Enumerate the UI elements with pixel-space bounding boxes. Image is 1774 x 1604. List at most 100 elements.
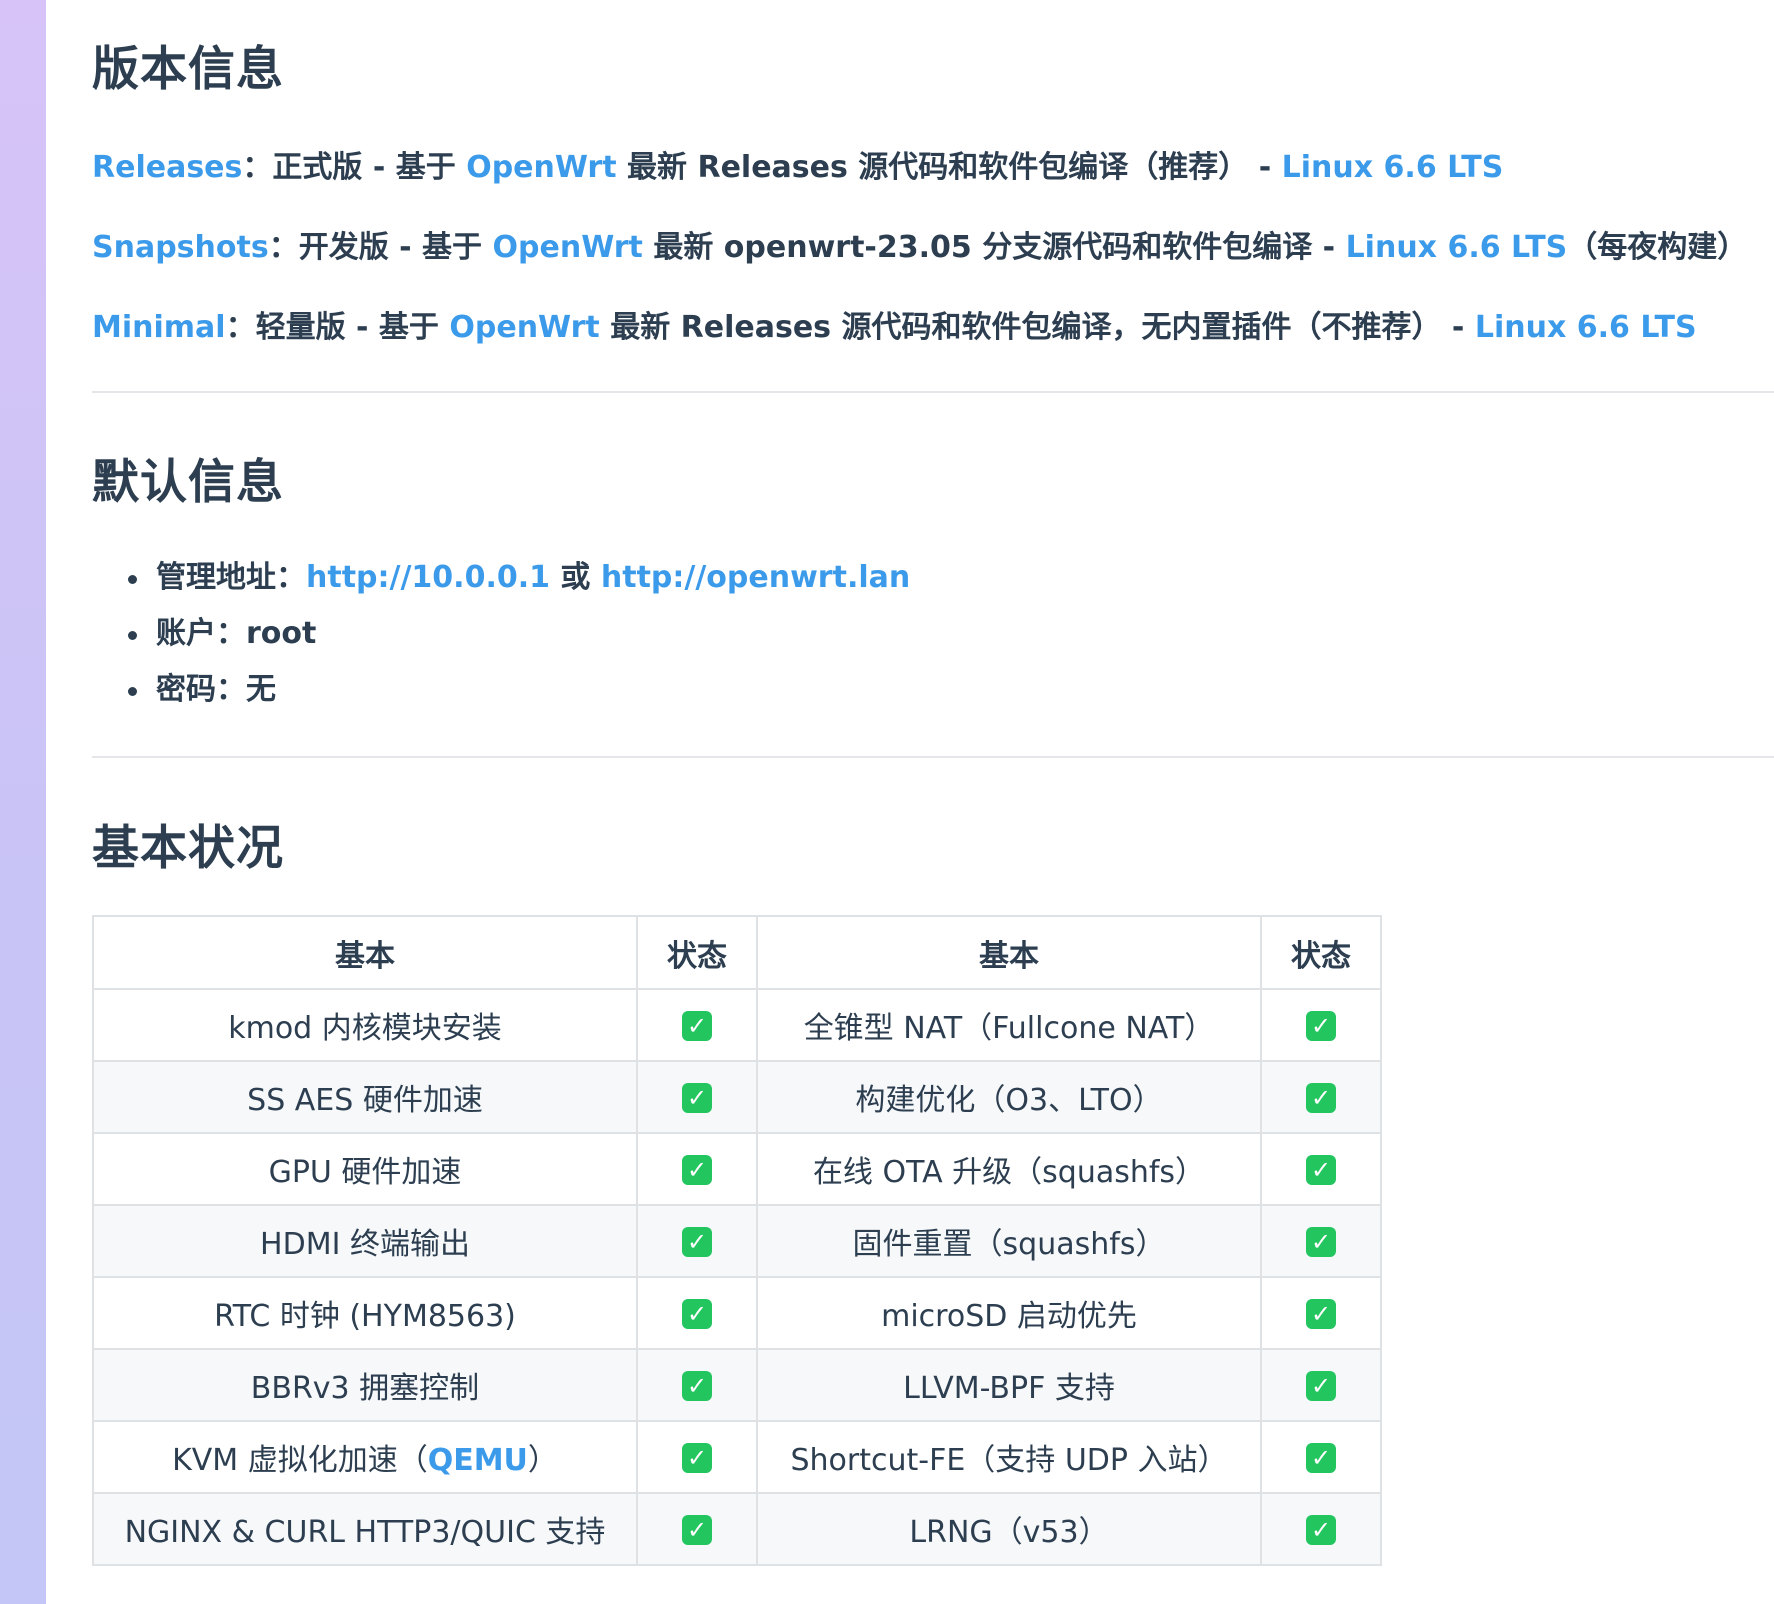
admin-url-ip-link[interactable]: http://10.0.0.1: [306, 560, 550, 595]
check-mark-button-icon: ✓: [682, 1227, 712, 1257]
list-item-password: 密码：无: [92, 662, 910, 718]
openwrt-link[interactable]: OpenWrt: [493, 230, 643, 265]
status-cell: ✓: [1260, 1420, 1382, 1494]
divider: [92, 756, 1774, 758]
version-item-minimal: Minimal：轻量版 - 基于 OpenWrt 最新 Releases 源代码…: [92, 302, 1697, 346]
feature-cell: KVM 虚拟化加速（QEMU）: [92, 1420, 638, 1494]
check-mark-button-icon: ✓: [682, 1011, 712, 1041]
check-mark-button-icon: ✓: [682, 1371, 712, 1401]
separator: ：: [225, 310, 256, 345]
status-cell: ✓: [636, 1060, 758, 1134]
version-desc-pre: 轻量版 - 基于: [255, 310, 450, 345]
openwrt-link[interactable]: OpenWrt: [466, 150, 616, 185]
version-item-snapshots: Snapshots：开发版 - 基于 OpenWrt 最新 openwrt-23…: [92, 222, 1747, 266]
feature-cell: 构建优化（O3、LTO）: [756, 1060, 1262, 1134]
password-label: 密码：: [156, 672, 246, 707]
table-row: KVM 虚拟化加速（QEMU） ✓ Shortcut-FE（支持 UDP 入站）…: [92, 1420, 1382, 1494]
feature-cell: BBRv3 拥塞控制: [92, 1348, 638, 1422]
feature-cell: HDMI 终端输出: [92, 1204, 638, 1278]
separator: ：: [242, 150, 273, 185]
status-cell: ✓: [636, 1204, 758, 1278]
status-cell: ✓: [1260, 1348, 1382, 1422]
status-cell: ✓: [1260, 1060, 1382, 1134]
table-row: NGINX & CURL HTTP3/QUIC 支持 ✓ LRNG（v53） ✓: [92, 1492, 1382, 1566]
status-cell: ✓: [1260, 1492, 1382, 1566]
account-value: root: [246, 616, 317, 651]
check-mark-button-icon: ✓: [1306, 1011, 1336, 1041]
list-item-admin-address: 管理地址：http://10.0.0.1 或 http://openwrt.la…: [92, 550, 910, 606]
openwrt-link[interactable]: OpenWrt: [449, 310, 599, 345]
password-value: 无: [246, 672, 276, 707]
table-row: GPU 硬件加速 ✓ 在线 OTA 升级（squashfs） ✓: [92, 1132, 1382, 1206]
separator: ：: [268, 230, 299, 265]
feature-cell: NGINX & CURL HTTP3/QUIC 支持: [92, 1492, 638, 1566]
check-mark-button-icon: ✓: [1306, 1371, 1336, 1401]
kernel-link[interactable]: Linux 6.6 LTS: [1475, 310, 1697, 345]
column-header-status: 状态: [1260, 915, 1382, 990]
check-mark-button-icon: ✓: [682, 1515, 712, 1545]
kernel-link[interactable]: Linux 6.6 LTS: [1346, 230, 1568, 265]
version-desc-tail: （每夜构建）: [1567, 230, 1748, 265]
column-header-feature: 基本: [756, 915, 1262, 990]
feature-cell: LRNG（v53）: [756, 1492, 1262, 1566]
feature-cell: Shortcut-FE（支持 UDP 入站）: [756, 1420, 1262, 1494]
table-header-row: 基本 状态 基本 状态: [92, 915, 1382, 990]
version-desc-pre: 正式版 - 基于: [272, 150, 467, 185]
kernel-link[interactable]: Linux 6.6 LTS: [1282, 150, 1504, 185]
admin-url-lan-link[interactable]: http://openwrt.lan: [601, 560, 910, 595]
version-desc-post: 最新 Releases 源代码和软件包编译，无内置插件（不推荐） -: [599, 310, 1475, 345]
qemu-link[interactable]: QEMU: [428, 1443, 528, 1478]
version-info-heading: 版本信息: [92, 42, 284, 97]
feature-cell: RTC 时钟 (HYM8563): [92, 1276, 638, 1350]
minimal-link[interactable]: Minimal: [92, 310, 226, 345]
table-row: RTC 时钟 (HYM8563) ✓ microSD 启动优先 ✓: [92, 1276, 1382, 1350]
check-mark-button-icon: ✓: [682, 1299, 712, 1329]
feature-text: KVM 虚拟化加速（: [172, 1443, 428, 1478]
status-cell: ✓: [1260, 1132, 1382, 1206]
check-mark-button-icon: ✓: [1306, 1515, 1336, 1545]
feature-cell: LLVM-BPF 支持: [756, 1348, 1262, 1422]
check-mark-button-icon: ✓: [1306, 1227, 1336, 1257]
feature-cell: SS AES 硬件加速: [92, 1060, 638, 1134]
status-cell: ✓: [1260, 1204, 1382, 1278]
releases-link[interactable]: Releases: [92, 150, 242, 185]
status-cell: ✓: [636, 988, 758, 1062]
status-cell: ✓: [636, 1492, 758, 1566]
account-label: 账户：: [156, 616, 246, 651]
check-mark-button-icon: ✓: [1306, 1083, 1336, 1113]
check-mark-button-icon: ✓: [1306, 1155, 1336, 1185]
default-info-list: 管理地址：http://10.0.0.1 或 http://openwrt.la…: [92, 550, 910, 718]
status-cell: ✓: [636, 1348, 758, 1422]
status-cell: ✓: [636, 1132, 758, 1206]
divider: [92, 391, 1774, 393]
feature-cell: microSD 启动优先: [756, 1276, 1262, 1350]
version-desc-post: 最新 openwrt-23.05 分支源代码和软件包编译 -: [642, 230, 1346, 265]
basic-status-heading: 基本状况: [92, 821, 284, 876]
status-cell: ✓: [1260, 1276, 1382, 1350]
feature-cell: GPU 硬件加速: [92, 1132, 638, 1206]
snapshots-link[interactable]: Snapshots: [92, 230, 269, 265]
list-item-account: 账户：root: [92, 606, 910, 662]
status-cell: ✓: [636, 1420, 758, 1494]
status-cell: ✓: [636, 1276, 758, 1350]
feature-text: ）: [527, 1443, 558, 1478]
table-row: HDMI 终端输出 ✓ 固件重置（squashfs） ✓: [92, 1204, 1382, 1278]
table-row: BBRv3 拥塞控制 ✓ LLVM-BPF 支持 ✓: [92, 1348, 1382, 1422]
feature-status-table: 基本 状态 基本 状态 kmod 内核模块安装 ✓ 全锥型 NAT（Fullco…: [92, 915, 1382, 1566]
check-mark-button-icon: ✓: [682, 1083, 712, 1113]
feature-cell: 在线 OTA 升级（squashfs）: [756, 1132, 1262, 1206]
feature-cell: 全锥型 NAT（Fullcone NAT）: [756, 988, 1262, 1062]
default-info-heading: 默认信息: [92, 455, 284, 510]
feature-cell: 固件重置（squashfs）: [756, 1204, 1262, 1278]
left-accent-bar: [0, 0, 46, 1604]
check-mark-button-icon: ✓: [682, 1443, 712, 1473]
table-row: kmod 内核模块安装 ✓ 全锥型 NAT（Fullcone NAT） ✓: [92, 988, 1382, 1062]
check-mark-button-icon: ✓: [682, 1155, 712, 1185]
feature-cell: kmod 内核模块安装: [92, 988, 638, 1062]
version-desc-pre: 开发版 - 基于: [298, 230, 493, 265]
column-header-status: 状态: [636, 915, 758, 990]
admin-address-label: 管理地址：: [156, 560, 306, 595]
table-row: SS AES 硬件加速 ✓ 构建优化（O3、LTO） ✓: [92, 1060, 1382, 1134]
column-header-feature: 基本: [92, 915, 638, 990]
check-mark-button-icon: ✓: [1306, 1299, 1336, 1329]
